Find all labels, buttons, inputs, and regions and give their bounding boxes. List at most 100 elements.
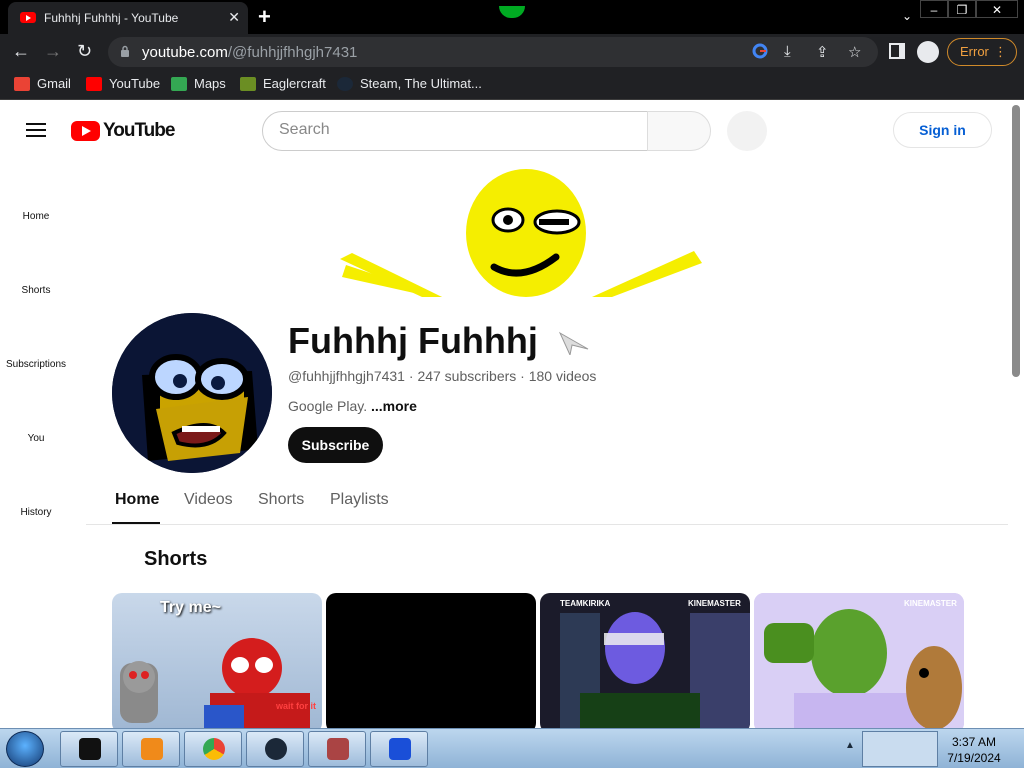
taskbar-malwarebytes-app[interactable] xyxy=(370,731,428,767)
channel-name: Fuhhhj Fuhhhj xyxy=(288,320,538,361)
subscribe-button[interactable]: Subscribe xyxy=(288,427,383,463)
inverted-man-thumbnail xyxy=(560,612,750,728)
tab-title: Fuhhhj Fuhhhj - YouTube xyxy=(44,11,179,25)
system-tray[interactable] xyxy=(862,731,938,767)
side-panel-icon[interactable] xyxy=(889,43,905,59)
tab-shorts[interactable]: Shorts xyxy=(258,491,304,509)
search-input[interactable]: Search xyxy=(262,111,648,151)
youtube-play-icon xyxy=(71,121,100,141)
menu-hamburger-icon[interactable] xyxy=(26,123,46,137)
short-thumbnail-1[interactable]: Try me~ wait for it xyxy=(112,593,322,728)
short-caption: KINEMASTER xyxy=(904,599,957,608)
green-man-thumbnail xyxy=(754,593,964,728)
bookmark-eaglercraft[interactable]: Eaglercraft xyxy=(240,76,326,91)
channel-meta: @fuhhjjfhhgjh7431 · 247 subscribers · 18… xyxy=(288,368,597,384)
forward-arrow-icon[interactable]: → xyxy=(44,41,62,62)
share-icon[interactable]: ⇪ xyxy=(816,43,829,61)
youtube-page: YouTube Search Sign in Home Shorts Subsc… xyxy=(0,101,1024,728)
guide-item-you[interactable]: You xyxy=(0,433,72,444)
taskbar-game-app[interactable] xyxy=(308,731,366,767)
malwarebytes-icon xyxy=(389,738,411,760)
short-thumbnail-4[interactable]: KINEMASTER xyxy=(754,593,964,728)
subscriber-count: 247 subscribers xyxy=(417,368,517,384)
bookmark-youtube[interactable]: YouTube xyxy=(86,76,160,91)
browser-tab-active[interactable]: Fuhhhj Fuhhhj - YouTube ✕ xyxy=(8,2,248,34)
windows-taskbar: ▲ 3:37 AM 7/19/2024 xyxy=(0,728,1024,768)
reload-icon[interactable]: ↻ xyxy=(77,41,92,62)
more-menu-icon[interactable]: ⋮ xyxy=(994,39,1007,65)
bookmark-gmail[interactable]: Gmail xyxy=(14,76,71,91)
short-thumbnail-3[interactable]: TEAMKIRIKA KINEMASTER xyxy=(540,593,750,728)
start-button-icon[interactable] xyxy=(6,731,44,767)
short-subcaption: KINEMASTER xyxy=(688,599,741,608)
install-app-icon[interactable]: ⤓ xyxy=(784,43,791,60)
tab-videos[interactable]: Videos xyxy=(184,491,233,509)
tab-playlists[interactable]: Playlists xyxy=(330,491,389,509)
media-player-icon xyxy=(141,738,163,760)
tab-close-icon[interactable]: ✕ xyxy=(228,9,240,26)
guide-item-home[interactable]: Home xyxy=(0,211,72,222)
browser-tab-strip: Fuhhhj Fuhhhj - YouTube ✕ + ⌄ – ❐ ✕ xyxy=(0,0,1024,34)
chrome-icon xyxy=(203,738,225,760)
short-subcaption: wait for it xyxy=(276,701,316,711)
taskbar-media-player-app[interactable] xyxy=(122,731,180,767)
taskbar-chrome-app[interactable] xyxy=(184,731,242,767)
channel-description[interactable]: Google Play. ...more xyxy=(288,398,417,414)
profile-error-button[interactable]: Error ⋮ xyxy=(947,38,1017,66)
game-icon xyxy=(327,738,349,760)
taskbar-terminal-app[interactable] xyxy=(60,731,118,767)
steam-icon xyxy=(265,738,287,760)
window-controls: – ❐ ✕ xyxy=(920,0,1018,18)
shorts-section-title: Shorts xyxy=(144,548,208,570)
channel-handle: @fuhhjjfhhgjh7431 xyxy=(288,368,405,384)
youtube-logo[interactable]: YouTube xyxy=(71,120,175,142)
short-caption: TEAMKIRIKA xyxy=(560,599,611,608)
minimize-icon[interactable]: – xyxy=(920,0,948,18)
active-tab-indicator xyxy=(112,522,160,524)
new-tab-button[interactable]: + xyxy=(258,4,271,30)
video-count: 180 videos xyxy=(528,368,597,384)
youtube-favicon-icon xyxy=(20,12,36,23)
profile-avatar-icon[interactable] xyxy=(917,41,939,63)
window-close-icon[interactable]: ✕ xyxy=(976,0,1018,18)
bookmark-star-icon[interactable]: ☆ xyxy=(848,43,861,61)
youtube-icon xyxy=(86,76,102,91)
sign-in-button[interactable]: Sign in xyxy=(893,112,992,148)
tray-expand-icon[interactable]: ▲ xyxy=(845,740,855,751)
address-bar[interactable]: youtube.com/@fuhhjjfhhgjh7431 ⤓ ⇪ ☆ xyxy=(108,37,878,67)
system-clock[interactable]: 3:37 AM 7/19/2024 xyxy=(944,734,1004,766)
channel-avatar[interactable] xyxy=(112,313,272,473)
short-thumbnail-2[interactable] xyxy=(326,593,536,728)
search-button[interactable] xyxy=(647,111,711,151)
voice-search-button[interactable] xyxy=(727,111,767,151)
steam-icon xyxy=(337,76,353,91)
lock-icon[interactable] xyxy=(120,45,130,57)
browser-toolbar: ← → ↻ youtube.com/@fuhhjjfhhgjh7431 ⤓ ⇪ … xyxy=(0,34,1024,70)
channel-banner xyxy=(340,169,702,297)
taskbar-steam-app[interactable] xyxy=(246,731,304,767)
guide-item-shorts[interactable]: Shorts xyxy=(0,285,72,296)
clock-time: 3:37 AM xyxy=(951,735,997,749)
tab-search-chevron-icon[interactable]: ⌄ xyxy=(902,9,912,23)
bookmark-maps[interactable]: Maps xyxy=(171,76,226,91)
back-arrow-icon[interactable]: ← xyxy=(12,41,30,62)
page-scrollbar[interactable] xyxy=(1012,105,1020,377)
restore-icon[interactable]: ❐ xyxy=(948,0,976,18)
tab-home[interactable]: Home xyxy=(115,491,159,509)
clock-date: 7/19/2024 xyxy=(947,751,1001,765)
mouse-cursor-icon xyxy=(558,331,589,355)
bookmark-steam[interactable]: Steam, The Ultimat... xyxy=(337,76,482,91)
extension-indicator-icon xyxy=(499,6,525,18)
bookmarks-bar: Gmail YouTube Maps Eaglercraft Steam, Th… xyxy=(0,70,1024,100)
url-text[interactable]: youtube.com/@fuhhjjfhhgjh7431 xyxy=(142,44,357,61)
guide-item-history[interactable]: History xyxy=(0,507,72,518)
guide-item-subscriptions[interactable]: Subscriptions xyxy=(0,359,72,370)
terminal-icon xyxy=(79,738,101,760)
maps-icon xyxy=(171,76,187,91)
more-link[interactable]: ...more xyxy=(371,398,417,414)
google-lens-icon[interactable] xyxy=(752,43,768,63)
short-caption: Try me~ xyxy=(160,599,221,616)
eaglercraft-icon xyxy=(240,76,256,91)
gmail-icon xyxy=(14,76,30,91)
channel-tabs: Home Videos Shorts Playlists xyxy=(86,479,1008,525)
